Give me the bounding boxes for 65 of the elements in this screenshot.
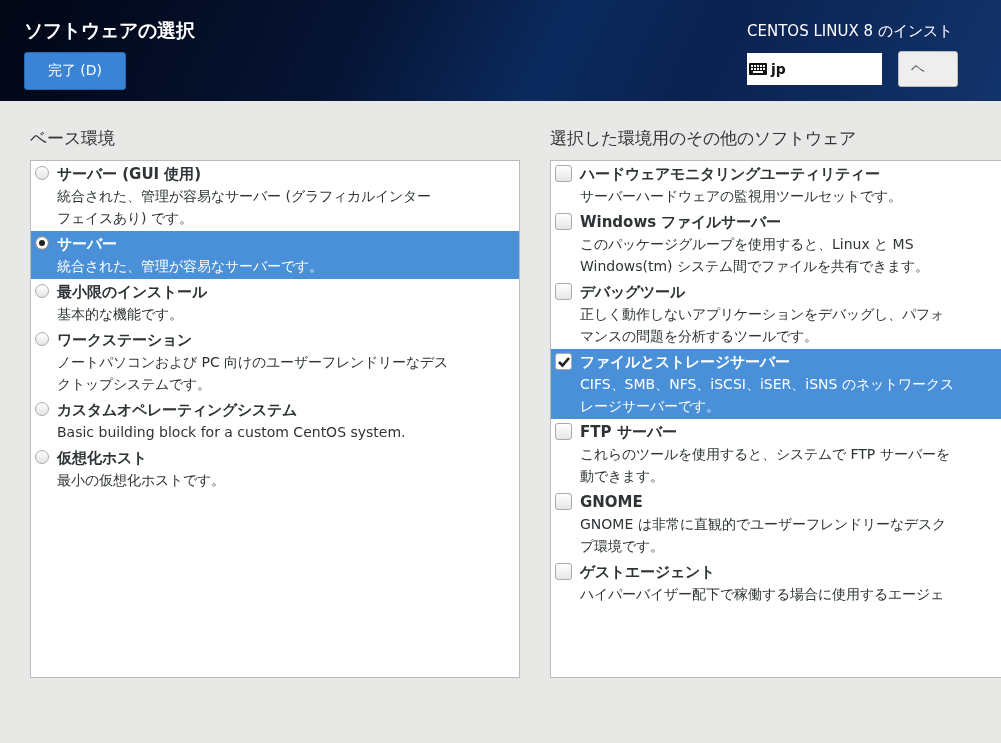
checkbox[interactable] — [555, 493, 572, 510]
option-description: レージサーバーです。 — [580, 397, 721, 416]
keyboard-icon — [749, 63, 767, 75]
option-name: デバッグツール — [580, 282, 686, 303]
option-name: ワークステーション — [57, 330, 193, 351]
option-name: サーバー — [57, 234, 118, 255]
option-description: CIFS、SMB、NFS、iSCSI、iSER、iSNS のネットワークス — [580, 375, 954, 394]
checkbox[interactable] — [555, 165, 572, 182]
option-name: ハードウェアモニタリングユーティリティー — [580, 164, 881, 185]
done-button[interactable]: 完了 (D) — [24, 52, 126, 90]
option-name: FTP サーバー — [580, 422, 678, 443]
radio-button[interactable] — [35, 284, 49, 298]
page-title: ソフトウェアの選択 — [24, 18, 195, 43]
keyboard-layout-field[interactable]: jp — [747, 53, 882, 85]
option-name: 最小限のインストール — [57, 282, 207, 303]
option-description: サーバーハードウェアの監視用ツールセットです。 — [580, 187, 902, 206]
option-description: 最小の仮想化ホストです。 — [57, 471, 225, 490]
option-description: ノートパソコンおよび PC 向けのユーザーフレンドリーなデス — [57, 353, 449, 372]
environment-option[interactable]: ワークステーション ノートパソコンおよび PC 向けのユーザーフレンドリーなデス クトップシステムです。 — [31, 327, 519, 397]
section-heading: ベース環境 — [30, 127, 116, 150]
option-description: ハイパーバイザー配下で稼働する場合に使用するエージェ — [580, 585, 944, 604]
radio-button[interactable] — [35, 402, 49, 416]
option-name: ゲストエージェント — [580, 562, 716, 583]
software-option[interactable]: Windows ファイルサーバー このパッケージグループを使用すると、Linux と MS Windows(tm) システム間でファイルを共有できます。 — [551, 209, 1001, 279]
radio-button[interactable] — [35, 450, 49, 464]
option-name: サーバー (GUI 使用) — [57, 164, 203, 185]
software-option[interactable]: デバッグツール 正しく動作しないアプリケーションをデバッグし、パフォ マンスの問題を分析するツールです。 — [551, 279, 1001, 349]
option-description: 基本的な機能です。 — [57, 305, 184, 324]
checkbox[interactable] — [555, 563, 572, 580]
option-description: プ環境です。 — [580, 537, 665, 556]
option-description: Windows(tm) システム間でファイルを共有できます。 — [580, 257, 929, 276]
option-description: クトップシステムです。 — [57, 375, 212, 394]
checkbox[interactable] — [555, 353, 572, 370]
section-heading: 選択した環境用のその他のソフトウェア — [550, 127, 857, 150]
software-option[interactable]: GNOME GNOME は非常に直観的でユーザーフレンドリーなデスク プ環境です。 — [551, 489, 1001, 559]
product-title: CENTOS LINUX 8 のインスト — [747, 22, 953, 41]
software-option[interactable]: FTP サーバー これらのツールを使用すると、システムで FTP サーバーを 動できます。 — [551, 419, 1001, 489]
environment-option[interactable]: カスタムオペレーティングシステム Basic building block for a custom CentOS system. — [31, 397, 519, 445]
option-description: 統合された、管理が容易なサーバー (グラフィカルインター — [57, 187, 431, 206]
radio-button[interactable] — [35, 236, 49, 250]
radio-button[interactable] — [35, 332, 49, 346]
option-description: このパッケージグループを使用すると、Linux と MS — [580, 235, 915, 254]
option-name: Windows ファイルサーバー — [580, 212, 783, 233]
option-description: マンスの問題を分析するツールです。 — [580, 327, 819, 346]
option-name: GNOME — [580, 492, 644, 513]
option-description: これらのツールを使用すると、システムで FTP サーバーを — [580, 445, 950, 464]
option-description: GNOME は非常に直観的でユーザーフレンドリーなデスク — [580, 515, 946, 534]
checkbox[interactable] — [555, 283, 572, 300]
environment-option[interactable]: 最小限のインストール 基本的な機能です。 — [31, 279, 519, 327]
environment-option[interactable]: サーバー (GUI 使用) 統合された、管理が容易なサーバー (グラフィカルインター フェイスあり) です。 — [31, 161, 519, 231]
option-description: 動できます。 — [580, 467, 665, 486]
checkbox[interactable] — [555, 213, 572, 230]
software-option[interactable]: ハードウェアモニタリングユーティリティー サーバーハードウェアの監視用ツールセットです。 — [551, 161, 1001, 209]
checkbox[interactable] — [555, 423, 572, 440]
software-option[interactable]: ゲストエージェント ハイパーバイザー配下で稼働する場合に使用するエージェ — [551, 559, 1001, 607]
option-name: カスタムオペレーティングシステム — [57, 400, 298, 421]
option-name: ファイルとストレージサーバー — [580, 352, 791, 373]
option-name: 仮想化ホスト — [57, 448, 148, 469]
radio-button[interactable] — [35, 166, 49, 180]
option-description: 正しく動作しないアプリケーションをデバッグし、パフォ — [580, 305, 944, 324]
option-description: 統合された、管理が容易なサーバーです。 — [57, 257, 323, 276]
help-button[interactable]: ヘ — [898, 51, 958, 87]
environment-option[interactable]: 仮想化ホスト 最小の仮想化ホストです。 — [31, 445, 519, 493]
option-description: フェイスあり) です。 — [57, 209, 194, 228]
option-description: Basic building block for a custom CentOS system. — [57, 423, 406, 442]
